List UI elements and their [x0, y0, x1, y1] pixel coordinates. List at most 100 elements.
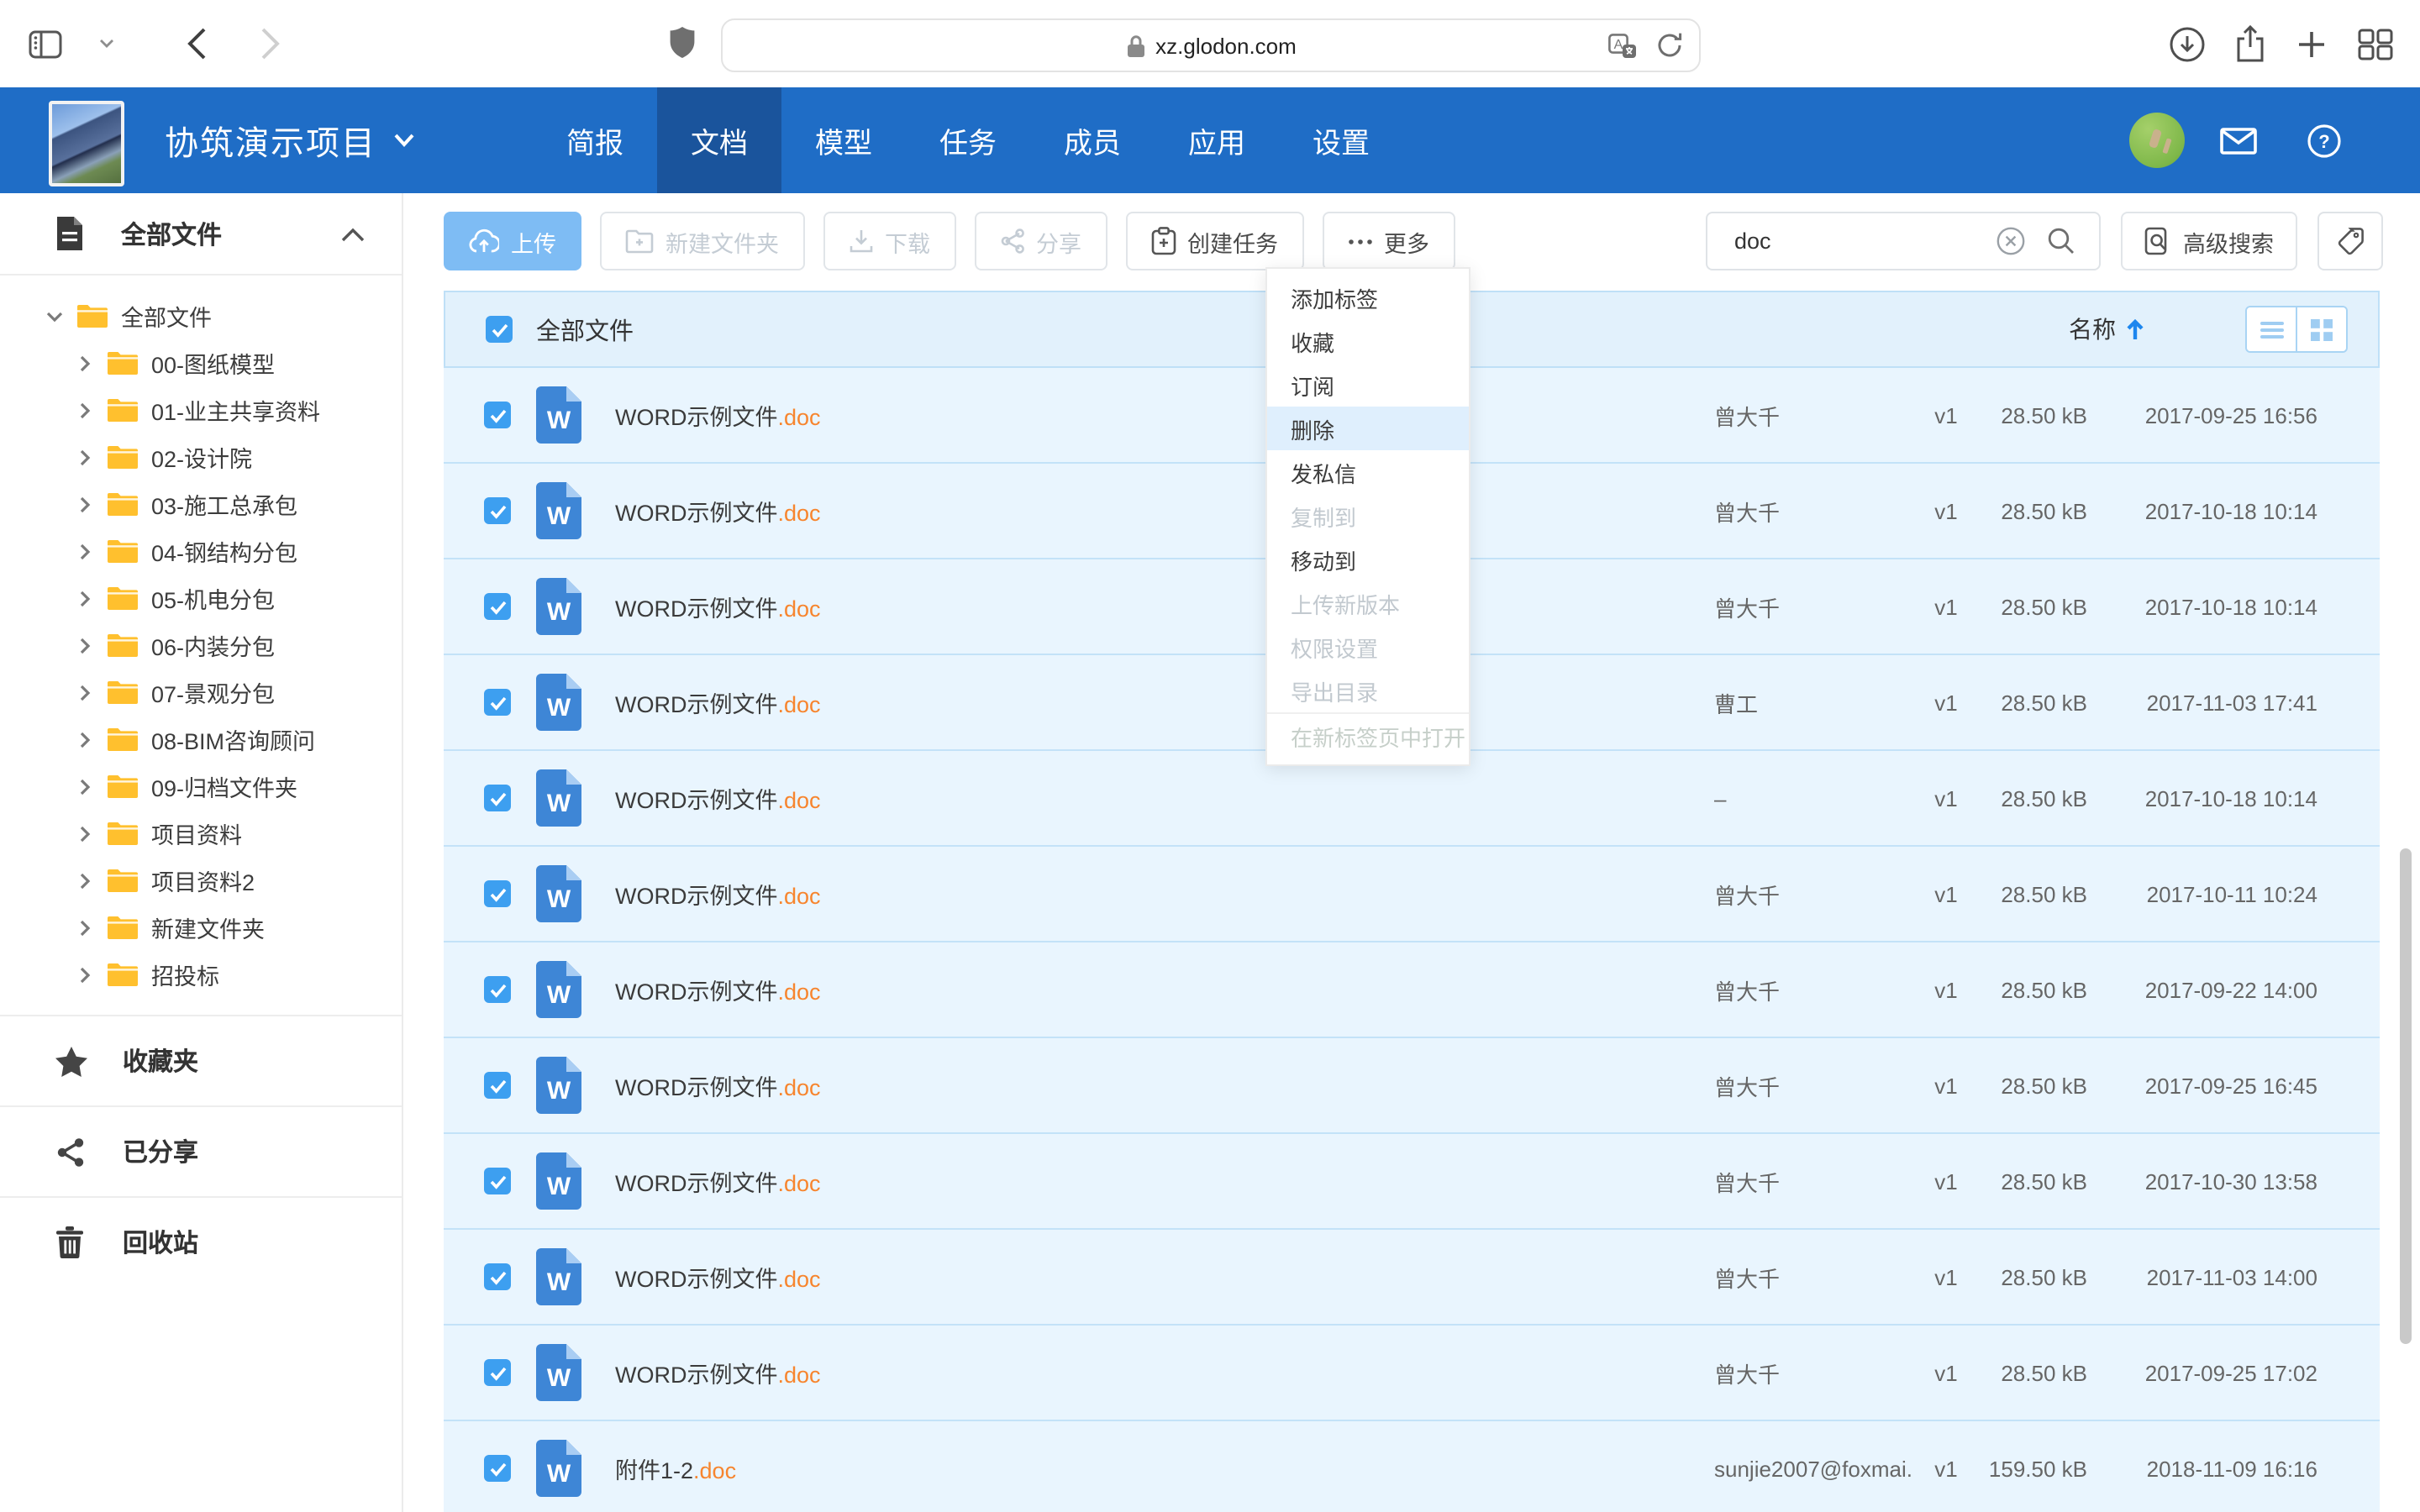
tree-item[interactable]: 新建文件夹	[0, 904, 402, 951]
chevron-right-icon[interactable]	[74, 399, 96, 421]
nav-tab[interactable]: 成员	[1030, 87, 1155, 193]
user-avatar[interactable]	[2129, 113, 2185, 168]
tree-item[interactable]: 07-景观分包	[0, 669, 402, 716]
tree-item[interactable]: 05-机电分包	[0, 575, 402, 622]
file-name[interactable]: WORD示例文件.doc	[615, 781, 1714, 815]
create-task-button[interactable]: 创建任务	[1125, 212, 1303, 270]
nav-tab[interactable]: 设置	[1279, 87, 1403, 193]
table-row[interactable]: W WORD示例文件.doc 曾大千 v1 28.50 kB 2017-11-0…	[444, 1230, 2380, 1326]
file-name[interactable]: WORD示例文件.doc	[615, 494, 1714, 528]
menu-item[interactable]: 删除	[1267, 407, 1469, 450]
menu-item[interactable]: 复制到	[1267, 494, 1469, 538]
tree-item[interactable]: 02-设计院	[0, 433, 402, 480]
list-view-button[interactable]	[2247, 307, 2296, 351]
chevron-right-icon[interactable]	[74, 869, 96, 891]
chevron-right-icon[interactable]	[74, 681, 96, 703]
tree-item[interactable]: 06-内装分包	[0, 622, 402, 669]
tree-item[interactable]: 全部文件	[0, 292, 402, 339]
select-all-checkbox[interactable]	[486, 316, 513, 343]
privacy-shield-icon[interactable]	[669, 27, 696, 59]
table-row[interactable]: W 附件1-2.doc sunjie2007@foxmai... v1 159.…	[444, 1421, 2380, 1512]
row-checkbox[interactable]	[484, 402, 511, 428]
menu-item[interactable]: 移动到	[1267, 538, 1469, 581]
tree-item[interactable]: 项目资料	[0, 810, 402, 857]
table-row[interactable]: W WORD示例文件.doc 曾大千 v1 28.50 kB 2017-10-3…	[444, 1134, 2380, 1230]
translate-icon[interactable]: A	[1608, 33, 1637, 58]
file-name[interactable]: WORD示例文件.doc	[615, 685, 1714, 719]
mail-icon[interactable]	[2220, 128, 2257, 155]
chevron-right-icon[interactable]	[74, 634, 96, 656]
menu-item[interactable]: 收藏	[1267, 319, 1469, 363]
tree-item[interactable]: 01-业主共享资料	[0, 386, 402, 433]
sidebar-toggle-icon[interactable]	[24, 22, 67, 66]
row-checkbox[interactable]	[484, 1072, 511, 1099]
project-logo[interactable]	[49, 101, 124, 186]
table-row[interactable]: W WORD示例文件.doc 曾大千 v1 28.50 kB 2017-10-1…	[444, 847, 2380, 942]
chevron-right-icon[interactable]	[74, 775, 96, 797]
row-checkbox[interactable]	[484, 880, 511, 907]
menu-item[interactable]: 上传新版本	[1267, 581, 1469, 625]
nav-tab[interactable]: 任务	[906, 87, 1030, 193]
file-name[interactable]: WORD示例文件.doc	[615, 877, 1714, 911]
tree-item[interactable]: 00-图纸模型	[0, 339, 402, 386]
sidebar-item-shared[interactable]: 已分享	[0, 1105, 402, 1196]
clear-search-icon[interactable]	[1996, 227, 2025, 255]
row-checkbox[interactable]	[484, 1455, 511, 1482]
row-checkbox[interactable]	[484, 785, 511, 811]
file-name[interactable]: WORD示例文件.doc	[615, 398, 1714, 432]
tree-item[interactable]: 项目资料2	[0, 857, 402, 904]
chevron-right-icon[interactable]	[74, 822, 96, 844]
url-bar[interactable]: xz.glodon.com A	[721, 18, 1701, 72]
nav-tab[interactable]: 文档	[657, 87, 781, 193]
tag-filter-button[interactable]	[2317, 212, 2383, 270]
table-row[interactable]: W WORD示例文件.doc 曾大千 v1 28.50 kB 2017-09-2…	[444, 1038, 2380, 1134]
chevron-right-icon[interactable]	[74, 963, 96, 985]
row-checkbox[interactable]	[484, 593, 511, 620]
nav-tab[interactable]: 应用	[1155, 87, 1279, 193]
file-name[interactable]: WORD示例文件.doc	[615, 1068, 1714, 1102]
row-checkbox[interactable]	[484, 689, 511, 716]
tree-item[interactable]: 08-BIM咨询顾问	[0, 716, 402, 763]
more-button[interactable]: 更多	[1322, 212, 1455, 270]
file-name[interactable]: WORD示例文件.doc	[615, 1260, 1714, 1294]
tree-item[interactable]: 04-钢结构分包	[0, 528, 402, 575]
collapse-chevron-icon[interactable]	[341, 226, 365, 241]
table-row[interactable]: W WORD示例文件.doc 曾大千 v1 28.50 kB 2017-09-2…	[444, 1326, 2380, 1421]
tree-item[interactable]: 招投标	[0, 951, 402, 998]
reload-icon[interactable]	[1657, 32, 1682, 59]
file-name[interactable]: WORD示例文件.doc	[615, 1164, 1714, 1198]
sidebar-menu-caret-icon[interactable]	[84, 22, 128, 66]
share-icon[interactable]	[2235, 25, 2265, 62]
nav-tab[interactable]: 简报	[533, 87, 657, 193]
sidebar-item-favorites[interactable]: 收藏夹	[0, 1015, 402, 1105]
sidebar-item-recycle[interactable]: 回收站	[0, 1196, 402, 1287]
chevron-right-icon[interactable]	[74, 540, 96, 562]
nav-tab[interactable]: 模型	[781, 87, 906, 193]
project-title[interactable]: 协筑演示项目	[165, 87, 415, 193]
advanced-search-button[interactable]: 高级搜索	[2121, 212, 2297, 270]
tree-item[interactable]: 03-施工总承包	[0, 480, 402, 528]
new-tab-icon[interactable]	[2296, 28, 2328, 60]
chevron-right-icon[interactable]	[74, 493, 96, 515]
chevron-right-icon[interactable]	[74, 352, 96, 374]
help-icon[interactable]: ?	[2307, 124, 2341, 158]
share-button[interactable]: 分享	[974, 212, 1107, 270]
tree-item[interactable]: 09-归档文件夹	[0, 763, 402, 810]
row-checkbox[interactable]	[484, 1359, 511, 1386]
scrollbar-thumb[interactable]	[2400, 848, 2412, 1344]
file-name[interactable]: WORD示例文件.doc	[615, 590, 1714, 623]
upload-button[interactable]: 上传	[444, 212, 581, 270]
menu-item[interactable]: 权限设置	[1267, 625, 1469, 669]
sort-by-name[interactable]: 名称	[2069, 312, 2144, 346]
search-icon[interactable]	[2047, 227, 2075, 255]
grid-view-button[interactable]	[2296, 307, 2346, 351]
row-checkbox[interactable]	[484, 1263, 511, 1290]
row-checkbox[interactable]	[484, 1168, 511, 1194]
chevron-right-icon[interactable]	[74, 587, 96, 609]
table-row[interactable]: W WORD示例文件.doc 曾大千 v1 28.50 kB 2017-09-2…	[444, 942, 2380, 1038]
row-checkbox[interactable]	[484, 497, 511, 524]
menu-item[interactable]: 在新标签页中打开	[1267, 712, 1469, 758]
file-name[interactable]: WORD示例文件.doc	[615, 973, 1714, 1006]
row-checkbox[interactable]	[484, 976, 511, 1003]
chevron-down-icon[interactable]	[44, 305, 66, 327]
